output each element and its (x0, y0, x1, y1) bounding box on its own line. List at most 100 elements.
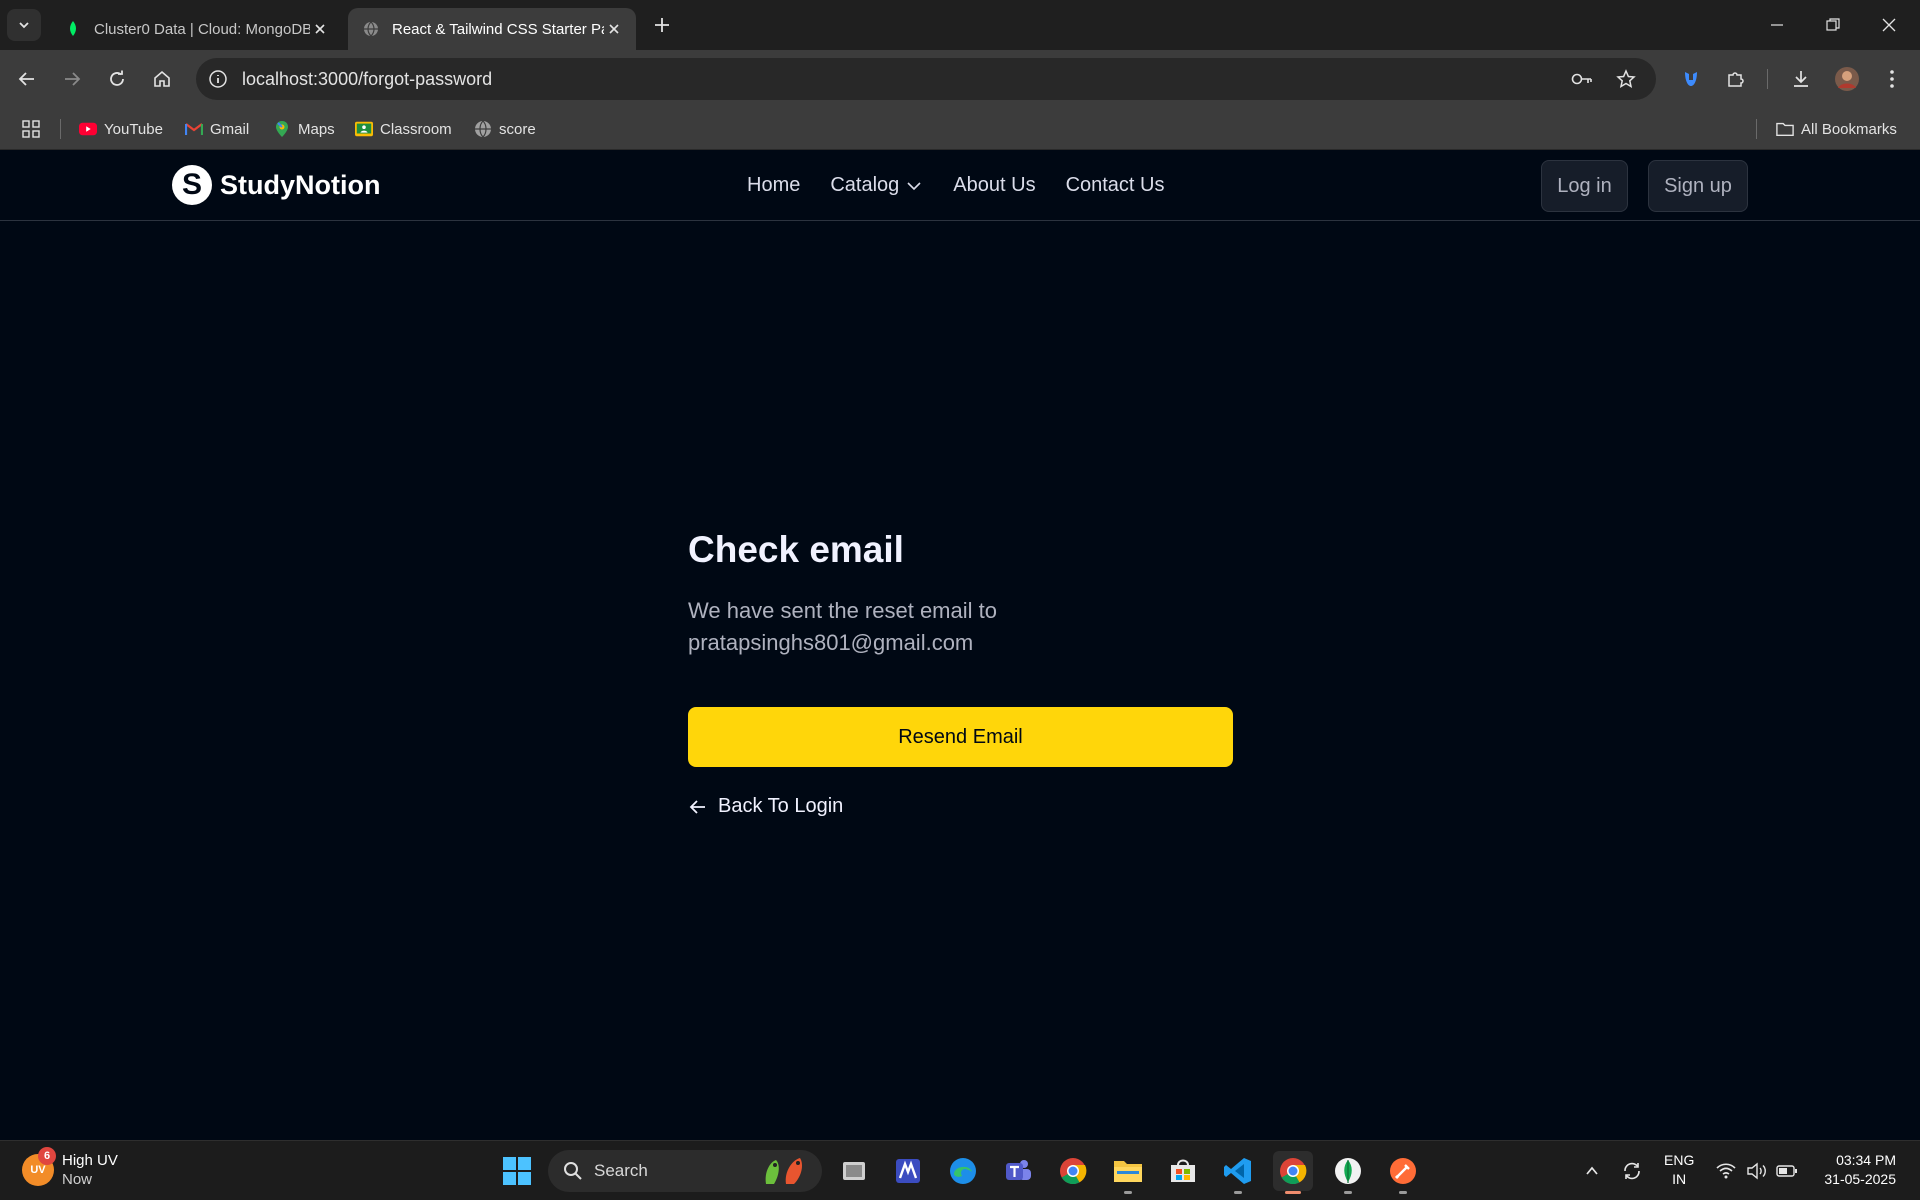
search-label: Search (594, 1161, 648, 1180)
app-postman[interactable] (1383, 1151, 1423, 1194)
nav-links: Home Catalog About Us Contact Us (747, 174, 1195, 197)
password-key-icon[interactable] (1570, 67, 1594, 91)
globe-icon (362, 20, 380, 38)
vscode-icon (1224, 1158, 1251, 1184)
running-indicator (1344, 1191, 1352, 1194)
mongodb-leaf-icon (64, 20, 82, 38)
app-vscode[interactable] (1218, 1151, 1258, 1194)
system-clock[interactable]: 03:34 PM 31-05-2025 (1800, 1151, 1896, 1189)
app-edge[interactable] (943, 1151, 983, 1191)
windows-taskbar: UV 6 High UV Now Search ENG IN 03:34 PM … (0, 1140, 1920, 1200)
logo-mark: S (172, 165, 212, 205)
speaker-icon (1747, 1162, 1766, 1180)
windows-logo-icon (503, 1157, 531, 1185)
uv-index-icon: UV 6 (22, 1147, 56, 1186)
close-window-button[interactable] (1876, 12, 1902, 38)
bookmark-label: YouTube (104, 120, 163, 138)
sync-status-button[interactable] (1620, 1159, 1644, 1183)
volume-status[interactable] (1745, 1159, 1769, 1183)
tab-search-button[interactable] (7, 9, 41, 41)
app-ms-store[interactable] (1163, 1151, 1203, 1191)
browser-toolbar: localhost:3000/forgot-password (0, 50, 1920, 108)
signup-button[interactable]: Sign up (1648, 160, 1748, 212)
wifi-status[interactable] (1714, 1159, 1738, 1183)
battery-status[interactable] (1775, 1159, 1799, 1183)
reload-button[interactable] (103, 65, 131, 93)
site-navbar: S StudyNotion Home Catalog About Us Cont… (0, 151, 1920, 221)
app-copilot-m[interactable] (888, 1151, 928, 1191)
tab-title: Cluster0 Data | Cloud: MongoDB Cloud (94, 20, 310, 38)
task-view-button[interactable] (834, 1151, 874, 1191)
page-title: Check email (688, 529, 904, 570)
chevron-up-icon (1586, 1166, 1598, 1175)
bookmark-youtube[interactable]: YouTube (79, 118, 163, 140)
resend-email-button[interactable]: Resend Email (688, 707, 1233, 767)
email-address: pratapsinghs801@gmail.com (688, 630, 974, 655)
apps-button[interactable] (22, 118, 47, 140)
restore-button[interactable] (1820, 12, 1846, 38)
arrow-right-icon (65, 72, 81, 86)
chevron-down-icon (19, 22, 29, 29)
browser-menu-button[interactable] (1878, 65, 1906, 93)
bookmark-gmail[interactable]: Gmail (185, 118, 249, 140)
folder-icon (1114, 1161, 1142, 1182)
nav-home[interactable]: Home (747, 174, 800, 197)
downloads-button[interactable] (1787, 65, 1815, 93)
chrome-icon (1280, 1158, 1307, 1185)
wifi-icon (1716, 1163, 1736, 1179)
forward-button[interactable] (58, 65, 86, 93)
show-hidden-icons-button[interactable] (1580, 1159, 1604, 1183)
bookmark-maps[interactable]: Maps (273, 118, 335, 140)
extension-button[interactable] (1677, 65, 1705, 93)
input-language-indicator[interactable]: ENG IN (1664, 1151, 1694, 1189)
edge-icon (950, 1158, 976, 1184)
site-info-icon[interactable] (206, 67, 230, 91)
app-mongodb-compass[interactable] (1328, 1151, 1368, 1194)
app-chrome[interactable] (1053, 1151, 1093, 1191)
nav-catalog-label: Catalog (830, 174, 900, 196)
more-vertical-icon (1890, 70, 1894, 88)
apps-grid-icon (22, 120, 40, 138)
login-button[interactable]: Log in (1541, 160, 1628, 212)
back-to-login-link[interactable]: Back To Login (688, 795, 1234, 818)
site-logo[interactable]: S StudyNotion (172, 165, 380, 205)
taskbar-search[interactable]: Search (548, 1150, 822, 1192)
battery-icon (1776, 1165, 1797, 1177)
maps-icon (273, 120, 291, 138)
tab-react-tailwind[interactable]: React & Tailwind CSS Starter Pack (348, 8, 636, 50)
close-tab-icon[interactable] (604, 19, 624, 39)
folder-icon (1776, 120, 1794, 138)
bookmark-score[interactable]: score (474, 118, 536, 140)
description-line: We have sent the reset email to (688, 598, 997, 623)
minimize-button[interactable] (1764, 12, 1790, 38)
bookmark-divider (1756, 119, 1757, 139)
postman-icon (1390, 1158, 1416, 1184)
close-icon (1882, 18, 1896, 32)
nav-about[interactable]: About Us (953, 174, 1035, 197)
bookmark-classroom[interactable]: Classroom (355, 118, 452, 140)
home-button[interactable] (148, 65, 176, 93)
app-chrome-active[interactable] (1273, 1151, 1313, 1194)
new-tab-button[interactable] (650, 13, 674, 37)
app-file-explorer[interactable] (1108, 1151, 1148, 1194)
blue-extension-icon (1685, 72, 1697, 86)
all-bookmarks-button[interactable]: All Bookmarks (1776, 118, 1897, 140)
nav-catalog[interactable]: Catalog (830, 174, 923, 197)
back-to-login-label: Back To Login (718, 795, 844, 817)
bookmark-label: Maps (298, 120, 335, 138)
globe-icon (474, 120, 492, 138)
app-teams[interactable] (998, 1151, 1038, 1191)
profile-button[interactable] (1833, 65, 1861, 93)
start-button[interactable] (497, 1151, 537, 1191)
address-bar[interactable]: localhost:3000/forgot-password (196, 58, 1656, 100)
weather-title: High UV (62, 1152, 118, 1169)
close-tab-icon[interactable] (310, 19, 330, 39)
nav-contact[interactable]: Contact Us (1066, 174, 1165, 197)
bookmark-star-icon[interactable] (1614, 67, 1638, 91)
extensions-button[interactable] (1722, 65, 1750, 93)
tab-mongodb[interactable]: Cluster0 Data | Cloud: MongoDB Cloud (50, 8, 342, 50)
restore-icon (1826, 18, 1840, 31)
weather-widget[interactable]: UV 6 High UV Now (22, 1147, 118, 1189)
back-button[interactable] (13, 65, 41, 93)
avatar (1835, 67, 1859, 91)
